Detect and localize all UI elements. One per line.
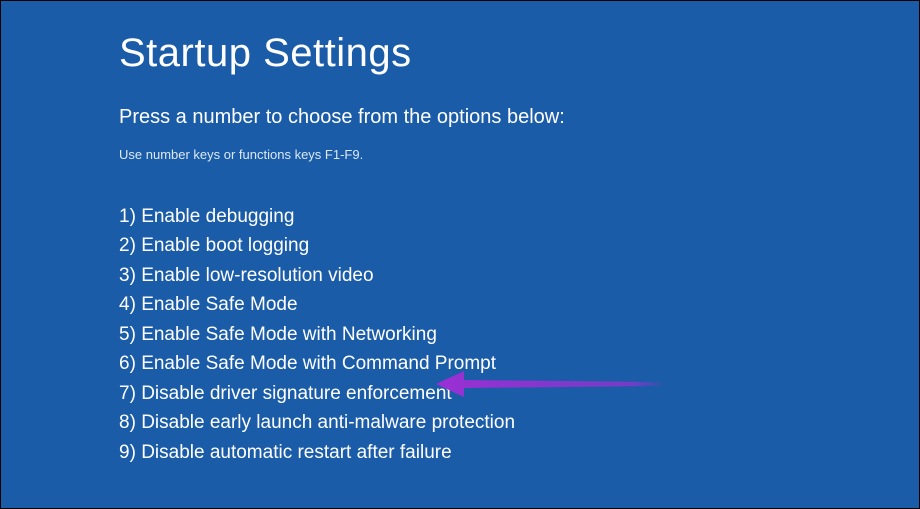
option-item[interactable]: 6) Enable Safe Mode with Command Prompt bbox=[119, 349, 919, 378]
subtitle: Press a number to choose from the option… bbox=[119, 106, 919, 129]
option-item[interactable]: 5) Enable Safe Mode with Networking bbox=[119, 320, 919, 349]
option-label: Enable Safe Mode with Command Prompt bbox=[141, 353, 496, 374]
option-label: Enable Safe Mode bbox=[141, 294, 297, 315]
option-number: 8) bbox=[119, 412, 136, 433]
option-number: 1) bbox=[119, 206, 136, 227]
option-number: 5) bbox=[119, 324, 136, 345]
option-number: 2) bbox=[119, 235, 136, 256]
option-item[interactable]: 9) Disable automatic restart after failu… bbox=[119, 438, 919, 467]
option-item[interactable]: 8) Disable early launch anti-malware pro… bbox=[119, 408, 919, 437]
page-title: Startup Settings bbox=[119, 31, 919, 76]
option-label: Enable low-resolution video bbox=[141, 265, 373, 286]
option-number: 3) bbox=[119, 265, 136, 286]
option-label: Disable automatic restart after failure bbox=[141, 442, 451, 463]
option-number: 4) bbox=[119, 294, 136, 315]
option-number: 6) bbox=[119, 353, 136, 374]
options-list: 1) Enable debugging 2) Enable boot loggi… bbox=[119, 202, 919, 467]
option-item[interactable]: 7) Disable driver signature enforcement bbox=[119, 379, 919, 408]
option-item[interactable]: 1) Enable debugging bbox=[119, 202, 919, 231]
hint-text: Use number keys or functions keys F1-F9. bbox=[119, 147, 919, 162]
option-number: 9) bbox=[119, 442, 136, 463]
option-label: Disable early launch anti-malware protec… bbox=[141, 412, 515, 433]
option-label: Enable debugging bbox=[141, 206, 294, 227]
option-label: Enable Safe Mode with Networking bbox=[141, 324, 437, 345]
option-label: Enable boot logging bbox=[141, 235, 309, 256]
option-item[interactable]: 4) Enable Safe Mode bbox=[119, 290, 919, 319]
option-label: Disable driver signature enforcement bbox=[141, 383, 452, 404]
option-item[interactable]: 2) Enable boot logging bbox=[119, 231, 919, 260]
option-item[interactable]: 3) Enable low-resolution video bbox=[119, 261, 919, 290]
option-number: 7) bbox=[119, 383, 136, 404]
